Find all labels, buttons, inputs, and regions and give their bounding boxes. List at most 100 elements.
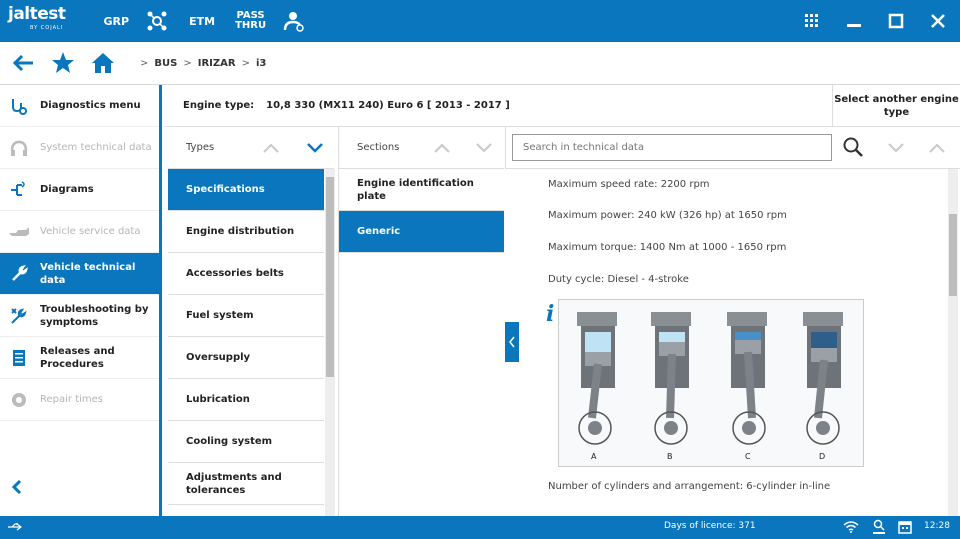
sections-header-label: Sections xyxy=(357,142,400,153)
content-line: Number of cylinders and arrangement: 6-c… xyxy=(548,481,831,492)
chevron-up-icon[interactable] xyxy=(431,137,453,159)
sidebar-item-vehicle-service-data[interactable]: Vehicle service data xyxy=(0,211,159,253)
section-item-engine-identification[interactable]: Engine identification plate xyxy=(339,169,504,211)
sidebar-item-releases-procedures[interactable]: Releases and Procedures xyxy=(0,337,159,379)
sidebar-item-label: Diagrams xyxy=(40,184,94,195)
types-header-label: Types xyxy=(186,142,215,153)
scrollbar-thumb[interactable] xyxy=(949,214,957,296)
clock: 12:28 xyxy=(924,521,950,531)
sidebar-item-diagrams[interactable]: Diagrams xyxy=(0,169,159,211)
sidebar-item-vehicle-technical-data[interactable]: Vehicle technical data xyxy=(0,253,159,295)
logo-text: jaltest xyxy=(8,4,66,24)
sidebar-item-label: Releases and Procedures xyxy=(40,345,115,370)
type-item-specifications[interactable]: Specifications xyxy=(168,169,324,211)
sidebar-item-system-technical-data[interactable]: System technical data xyxy=(0,127,159,169)
engine-stroke-diagram: A B C D xyxy=(558,299,864,467)
type-item-lubrication[interactable]: Lubrication xyxy=(168,379,324,421)
piston-b xyxy=(651,312,691,445)
piston-d xyxy=(803,312,843,445)
chevron-down-icon[interactable] xyxy=(885,137,907,159)
chevron-down-icon[interactable] xyxy=(304,137,326,159)
breadcrumb: > BUS > IRIZAR > i3 xyxy=(140,57,267,69)
etm-button[interactable]: ETM xyxy=(189,15,215,28)
type-item-accessories-belts[interactable]: Accessories belts xyxy=(168,253,324,295)
breadcrumb-bus[interactable]: BUS xyxy=(154,58,177,69)
sections-list: Engine identification plate Generic xyxy=(338,169,504,516)
maximize-icon[interactable] xyxy=(876,0,916,42)
chevron-down-icon[interactable] xyxy=(473,137,495,159)
info-icon[interactable]: i xyxy=(546,301,554,327)
grid-menu-icon[interactable] xyxy=(792,0,832,42)
repair-times-icon xyxy=(8,389,30,411)
favorite-star-icon[interactable] xyxy=(50,50,76,76)
troubleshooting-icon xyxy=(8,305,30,327)
sidebar-item-label: Vehicle service data xyxy=(40,226,141,237)
collapse-panel-handle[interactable] xyxy=(505,322,519,362)
type-item-engine-distribution[interactable]: Engine distribution xyxy=(168,211,324,253)
chevron-up-icon[interactable] xyxy=(260,137,282,159)
chevron-up-icon[interactable] xyxy=(926,137,948,159)
content-line: Maximum torque: 1400 Nm at 1000 - 1650 r… xyxy=(548,242,787,253)
content-line: Maximum speed rate: 2200 rpm xyxy=(548,179,710,190)
breadcrumb-model[interactable]: i3 xyxy=(256,58,266,69)
sidebar-item-label: Diagnostics menu xyxy=(40,100,141,111)
engine-type-bar: Engine type: 10,8 330 (MX11 240) Euro 6 … xyxy=(165,85,960,127)
sections-header: Sections xyxy=(338,127,504,169)
status-bar: Days of licence: 371 12:28 xyxy=(0,516,960,539)
content-line: Maximum power: 240 kW (326 hp) at 1650 r… xyxy=(548,210,787,221)
licence-days: Days of licence: 371 xyxy=(664,521,756,531)
diagnostics-icon xyxy=(8,95,30,117)
type-item-cooling-system[interactable]: Cooling system xyxy=(168,421,324,463)
navigation-bar: > BUS > IRIZAR > i3 xyxy=(0,42,960,85)
service-data-icon xyxy=(8,221,30,243)
sidebar-item-troubleshooting[interactable]: Troubleshooting by symptoms xyxy=(0,295,159,337)
search-input[interactable] xyxy=(512,134,832,161)
logo-subtext: BY COJALI xyxy=(30,25,64,31)
piston-illustration xyxy=(577,312,843,445)
wrench-icon xyxy=(8,263,30,285)
diagram-label: A xyxy=(591,452,597,461)
user-settings-icon[interactable] xyxy=(282,9,306,33)
grp-button[interactable]: GRP xyxy=(104,15,130,28)
sidebar-item-label: Repair times xyxy=(40,394,103,405)
type-item-oversupply[interactable]: Oversupply xyxy=(168,337,324,379)
pass-thru-button[interactable]: PASS THRU xyxy=(235,11,266,31)
type-item-adjustments[interactable]: Adjustments and tolerances xyxy=(168,463,324,505)
types-list: Specifications Engine distribution Acces… xyxy=(168,169,324,516)
sidebar-item-label: System technical data xyxy=(40,142,152,153)
usb-icon xyxy=(6,518,24,536)
top-bar: jaltest BY COJALI GRP ETM PASS THRU xyxy=(0,0,960,42)
breadcrumb-irizar[interactable]: IRIZAR xyxy=(198,58,236,69)
engine-type-value: 10,8 330 (MX11 240) Euro 6 [ 2013 - 2017… xyxy=(266,100,510,111)
sidebar-item-label: Vehicle technical data xyxy=(40,261,136,286)
close-icon[interactable] xyxy=(918,0,958,42)
section-item-generic[interactable]: Generic xyxy=(339,211,504,253)
diagrams-icon xyxy=(8,179,30,201)
sidebar-item-diagnostics-menu[interactable]: Diagnostics menu xyxy=(0,85,159,127)
minimize-icon[interactable] xyxy=(834,0,874,42)
back-arrow-icon[interactable] xyxy=(10,50,36,76)
types-scrollbar[interactable] xyxy=(325,169,335,516)
technical-data-content: Maximum speed rate: 2200 rpm Maximum pow… xyxy=(520,169,948,516)
wifi-icon xyxy=(842,518,860,536)
sidebar: Diagnostics menu System technical data D… xyxy=(0,85,162,516)
molecule-icon[interactable] xyxy=(145,9,169,33)
type-item-fuel-system[interactable]: Fuel system xyxy=(168,295,324,337)
engine-type-label: Engine type: xyxy=(183,100,255,111)
diagram-label: C xyxy=(745,452,751,461)
scrollbar-thumb[interactable] xyxy=(326,177,334,377)
sidebar-item-label: Troubleshooting by symptoms xyxy=(40,303,149,328)
diagram-label: D xyxy=(819,452,826,461)
types-header: Types xyxy=(168,127,334,169)
content-scrollbar[interactable] xyxy=(948,169,958,516)
jaltest-logo: jaltest BY COJALI xyxy=(8,4,66,35)
content-line: Duty cycle: Diesel - 4-stroke xyxy=(548,274,689,285)
calendar-icon xyxy=(896,518,914,536)
thru-label: THRU xyxy=(235,20,267,31)
collapse-sidebar-icon[interactable] xyxy=(6,476,28,498)
home-icon[interactable] xyxy=(90,50,116,76)
search-icon[interactable] xyxy=(840,134,866,160)
select-another-engine-button[interactable]: Select another engine type xyxy=(832,85,960,127)
connection-icon xyxy=(870,518,888,536)
sidebar-item-repair-times[interactable]: Repair times xyxy=(0,379,159,421)
